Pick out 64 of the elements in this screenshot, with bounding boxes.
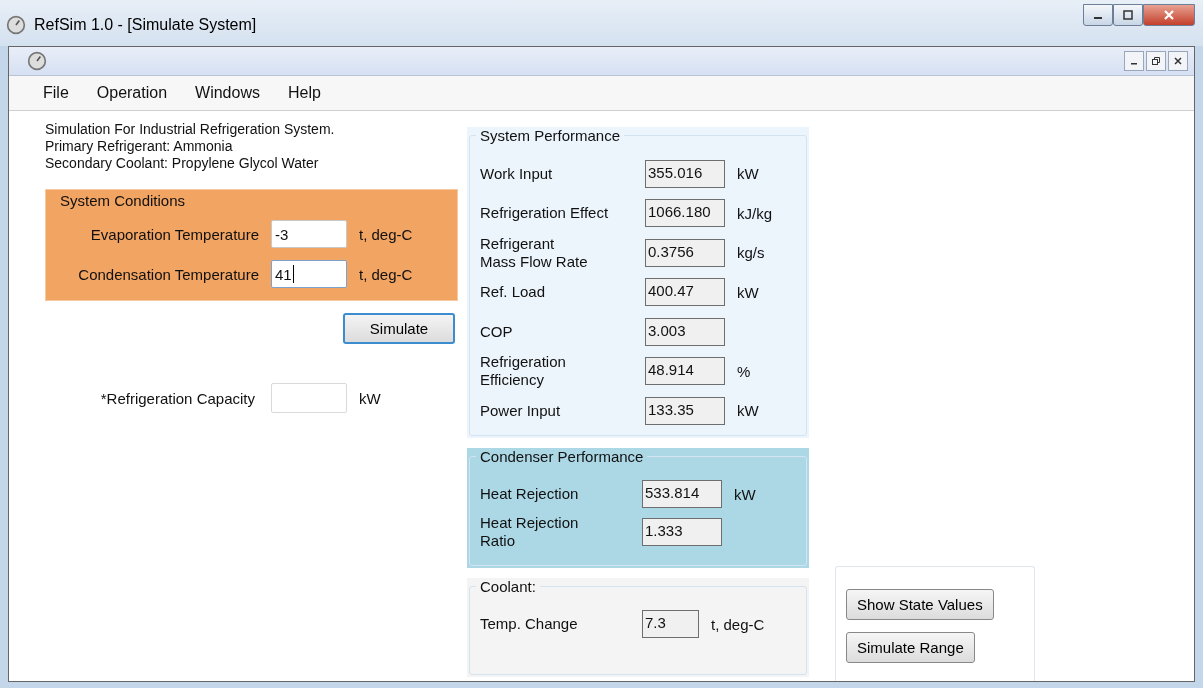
field-label: Evaporation Temperature [89, 225, 260, 243]
window-title: RefSim 1.0 - [Simulate System] [34, 16, 257, 34]
result-field: 533.814 [642, 480, 722, 508]
result-label: COP [480, 322, 514, 341]
result-field: 1066.180 [645, 199, 725, 228]
unit-label: t, deg-C [711, 615, 765, 633]
temperature-field[interactable]: 41 [271, 260, 347, 288]
minimize-button[interactable] [1083, 4, 1113, 26]
menu-item[interactable]: Operation [82, 80, 182, 106]
unit-label: kW [737, 283, 759, 301]
result-label: Work Input [480, 164, 554, 183]
unit-label: t, deg-C [359, 225, 413, 243]
group-title: Coolant: [476, 578, 540, 595]
clock-icon [6, 15, 26, 35]
description-text: Simulation For Industrial Refrigeration System. [45, 121, 336, 138]
result-label: Temp. Change [480, 615, 579, 633]
restore-icon [1151, 56, 1161, 66]
description-text: Secondary Coolant: Propylene Glycol Water [45, 155, 320, 172]
unit-label: kW [359, 389, 381, 407]
result-label: Heat Rejection [480, 485, 580, 503]
simulate-button[interactable]: Simulate [343, 313, 455, 344]
close-icon [1163, 9, 1175, 21]
restore-button[interactable] [1146, 51, 1166, 71]
unit-label: kg/s [737, 244, 765, 262]
result-label: Ref. Load [480, 283, 547, 302]
result-field: 400.47 [645, 278, 725, 307]
temperature-field[interactable]: -3 [271, 220, 347, 248]
result-field: 1.333 [642, 518, 722, 546]
result-field: 355.016 [645, 159, 725, 188]
field-label: *Refrigeration Capacity [99, 389, 256, 407]
unit-label: kW [734, 485, 756, 503]
group-title: Condenser Performance [476, 448, 648, 465]
result-label: Heat Rejection Ratio [480, 514, 580, 550]
result-label: Refrigerant Mass Flow Rate [480, 234, 589, 271]
action-button[interactable]: Show State Values [846, 589, 994, 620]
maximize-icon [1122, 9, 1134, 21]
maximize-button[interactable] [1113, 4, 1143, 26]
menu-item[interactable]: Windows [181, 80, 274, 106]
minimize-icon [1094, 17, 1102, 19]
group-title: System Performance [476, 127, 625, 144]
group-title: System Conditions [59, 192, 187, 209]
result-label: Power Input [480, 401, 562, 420]
result-field: 0.3756 [645, 238, 725, 267]
clock-icon [27, 51, 47, 71]
unit-label: kW [737, 402, 759, 420]
result-field: 48.914 [645, 357, 725, 386]
menu-item[interactable]: Help [273, 80, 335, 106]
result-field: 3.003 [645, 317, 725, 346]
field-label: Condensation Temperature [77, 265, 260, 283]
result-field: 133.35 [645, 396, 725, 425]
unit-label: kJ/kg [737, 204, 772, 222]
result-label: Refrigeration Effect [480, 204, 610, 223]
menu-item[interactable]: File [29, 80, 83, 106]
capacity-field[interactable] [271, 383, 347, 413]
unit-label: % [737, 362, 751, 380]
unit-label: kW [737, 165, 759, 183]
close-button[interactable] [1168, 51, 1188, 71]
minimize-icon [1131, 63, 1137, 65]
result-label: Refrigeration Efficiency [480, 353, 567, 390]
action-button[interactable]: Simulate Range [846, 632, 975, 663]
result-field: 7.3 [642, 610, 699, 638]
close-icon [1173, 56, 1183, 66]
unit-label: t, deg-C [359, 265, 413, 283]
description-text: Primary Refrigerant: Ammonia [45, 138, 234, 155]
